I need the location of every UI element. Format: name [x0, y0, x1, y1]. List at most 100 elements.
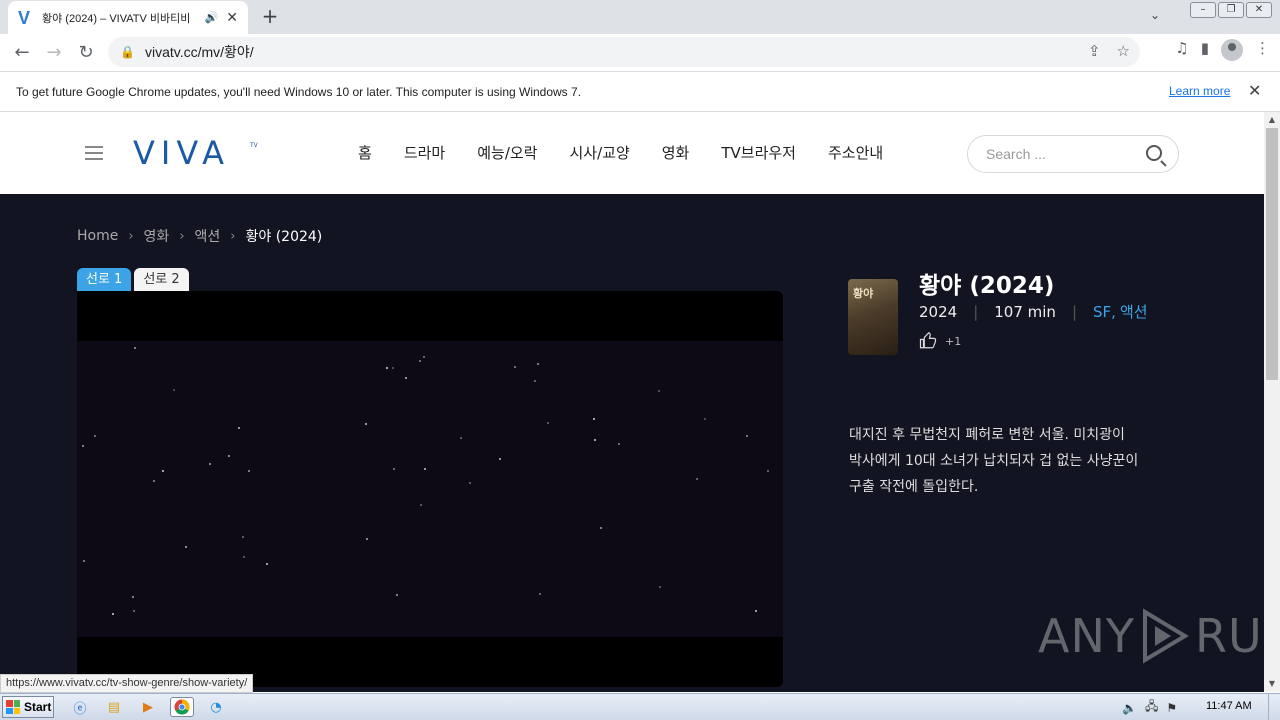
volume-icon[interactable]: 🔈 [1122, 701, 1137, 715]
nav-item-tv-browser[interactable]: TV브라우저 [721, 142, 796, 163]
nav-item-variety[interactable]: 예능/오락 [477, 142, 537, 163]
breadcrumb-home[interactable]: Home [77, 228, 118, 244]
scroll-up-icon[interactable]: ▲ [1264, 112, 1280, 128]
scroll-thumb[interactable] [1266, 128, 1278, 380]
reload-button[interactable]: ↻ [70, 37, 102, 69]
nav-item-home[interactable]: 홈 [358, 142, 372, 163]
breadcrumb-action[interactable]: 액션 [195, 226, 221, 246]
nav-item-current-affairs[interactable]: 시사/교양 [569, 142, 629, 163]
watermark-play-icon [1142, 608, 1189, 664]
update-infobar: To get future Google Chrome updates, you… [0, 71, 1280, 112]
browser-tab[interactable]: V 황야 (2024) – VIVATV 비바티비 🔊 ✕ [8, 1, 248, 34]
video-star-speck [386, 367, 388, 369]
breadcrumb-separator: › [128, 228, 134, 244]
media-player-icon[interactable]: ▶ [136, 697, 160, 717]
video-frame[interactable] [77, 341, 783, 637]
page-scrollbar[interactable]: ▲ ▼ [1264, 112, 1280, 692]
edge-icon[interactable]: ◔ [204, 697, 228, 717]
video-player[interactable] [77, 291, 783, 687]
new-tab-button[interactable]: + [258, 5, 282, 29]
internet-explorer-icon[interactable]: ⓔ [68, 697, 92, 717]
nav-item-address-info[interactable]: 주소안내 [828, 142, 883, 163]
tab-close-icon[interactable]: ✕ [226, 10, 238, 26]
search-input[interactable]: Search ... [967, 135, 1179, 173]
video-star-speck [393, 468, 395, 470]
chrome-logo-icon [174, 699, 190, 715]
lock-icon[interactable]: 🔒 [120, 45, 135, 59]
video-star-speck [618, 443, 620, 445]
genre-link-sf[interactable]: SF [1093, 303, 1111, 321]
video-star-speck [366, 538, 368, 540]
window-close-button[interactable]: ✕ [1246, 2, 1272, 18]
taskbar-clock[interactable]: 11:47 AM [1206, 700, 1252, 712]
video-star-speck [746, 435, 748, 437]
video-star-speck [266, 563, 268, 565]
video-star-speck [185, 546, 187, 548]
video-star-speck [209, 463, 211, 465]
anyrun-watermark: ANY RUN [1038, 608, 1264, 664]
video-star-speck [547, 422, 549, 424]
video-star-speck [242, 536, 244, 538]
show-desktop-button[interactable] [1268, 694, 1280, 720]
watermark-text-right: RUN [1194, 609, 1264, 663]
like-count: +1 [945, 334, 962, 348]
address-bar[interactable]: 🔒 vivatv.cc/mv/황야/ ⇪ ☆ [108, 37, 1140, 67]
forward-button[interactable]: → [38, 37, 70, 69]
minimize-button[interactable]: – [1190, 2, 1216, 18]
windows-taskbar: Start ⓔ ▤ ▶ ◔ 🔈 🖧 ⚑ 11:47 AM [0, 693, 1280, 720]
video-star-speck [405, 377, 407, 379]
restore-button[interactable]: ❐ [1218, 2, 1244, 18]
video-star-speck [514, 366, 516, 368]
windows-logo-icon [6, 700, 20, 714]
file-explorer-icon[interactable]: ▤ [102, 697, 126, 717]
video-star-speck [94, 435, 96, 437]
server-tabs: 선로 1 선로 2 [77, 268, 189, 291]
search-placeholder: Search ... [986, 146, 1046, 162]
video-star-speck [696, 478, 698, 480]
media-control-icon[interactable]: ♫ [1175, 39, 1188, 61]
nav-item-drama[interactable]: 드라마 [404, 142, 445, 163]
chrome-menu-icon[interactable]: ⋮ [1255, 39, 1270, 61]
start-button[interactable]: Start [2, 696, 54, 718]
video-star-speck [593, 418, 595, 420]
chrome-taskbar-icon[interactable] [170, 697, 194, 717]
video-star-speck [424, 468, 426, 470]
toolbar-actions: ♫ ▮ ⋮ [1175, 39, 1270, 61]
speaker-icon[interactable]: 🔊 [205, 11, 219, 24]
hamburger-menu-icon[interactable] [85, 146, 103, 160]
site-favicon-icon: V [18, 7, 31, 28]
back-button[interactable]: ← [6, 37, 38, 69]
action-center-flag-icon[interactable]: ⚑ [1166, 701, 1177, 715]
profile-avatar-icon[interactable] [1221, 39, 1243, 61]
movie-poster[interactable]: 황야 [848, 279, 898, 355]
poster-title-text: 황야 [853, 287, 874, 300]
infobar-close-icon[interactable]: ✕ [1248, 81, 1261, 100]
movie-synopsis: 대지진 후 무법천지 폐허로 변한 서울. 미치광이 박사에게 10대 소녀가 … [849, 427, 1139, 495]
thumbs-up-icon[interactable] [919, 332, 937, 350]
breadcrumb-movies[interactable]: 영화 [144, 226, 170, 246]
genre-link-action[interactable]: 액션 [1120, 301, 1148, 322]
main-nav: 홈 드라마 예능/오락 시사/교양 영화 TV브라우저 주소안내 [358, 142, 915, 163]
nav-item-movies[interactable]: 영화 [662, 142, 690, 163]
video-star-speck [423, 356, 425, 358]
video-star-speck [133, 610, 135, 612]
start-label: Start [24, 700, 52, 714]
scroll-down-icon[interactable]: ▼ [1264, 676, 1280, 692]
movie-meta: 2024 | 107 min | SF, 액션 [919, 301, 1148, 322]
taskbar-pinned: ⓔ ▤ ▶ ◔ [68, 697, 228, 717]
browser-toolbar: ← → ↻ 🔒 vivatv.cc/mv/황야/ ⇪ ☆ ♫ ▮ ⋮ [0, 34, 1280, 71]
video-star-speck [594, 439, 596, 441]
url-text[interactable]: vivatv.cc/mv/황야/ [145, 42, 254, 62]
browser-tab-strip: V 황야 (2024) – VIVATV 비바티비 🔊 ✕ + ⌄ – ❐ ✕ [0, 0, 1280, 34]
bookmark-star-icon[interactable]: ☆ [1117, 42, 1130, 60]
network-icon[interactable]: 🖧 [1145, 697, 1158, 718]
side-panel-icon[interactable]: ▮ [1201, 39, 1209, 61]
site-logo[interactable]: VIVA [133, 137, 230, 169]
movie-year: 2024 [919, 302, 958, 321]
learn-more-link[interactable]: Learn more [1169, 84, 1230, 98]
tab-search-icon[interactable]: ⌄ [1150, 8, 1160, 22]
search-icon[interactable] [1146, 145, 1162, 161]
share-icon[interactable]: ⇪ [1088, 42, 1101, 60]
tab-server-2[interactable]: 선로 2 [134, 268, 189, 291]
tab-server-1[interactable]: 선로 1 [77, 268, 132, 291]
